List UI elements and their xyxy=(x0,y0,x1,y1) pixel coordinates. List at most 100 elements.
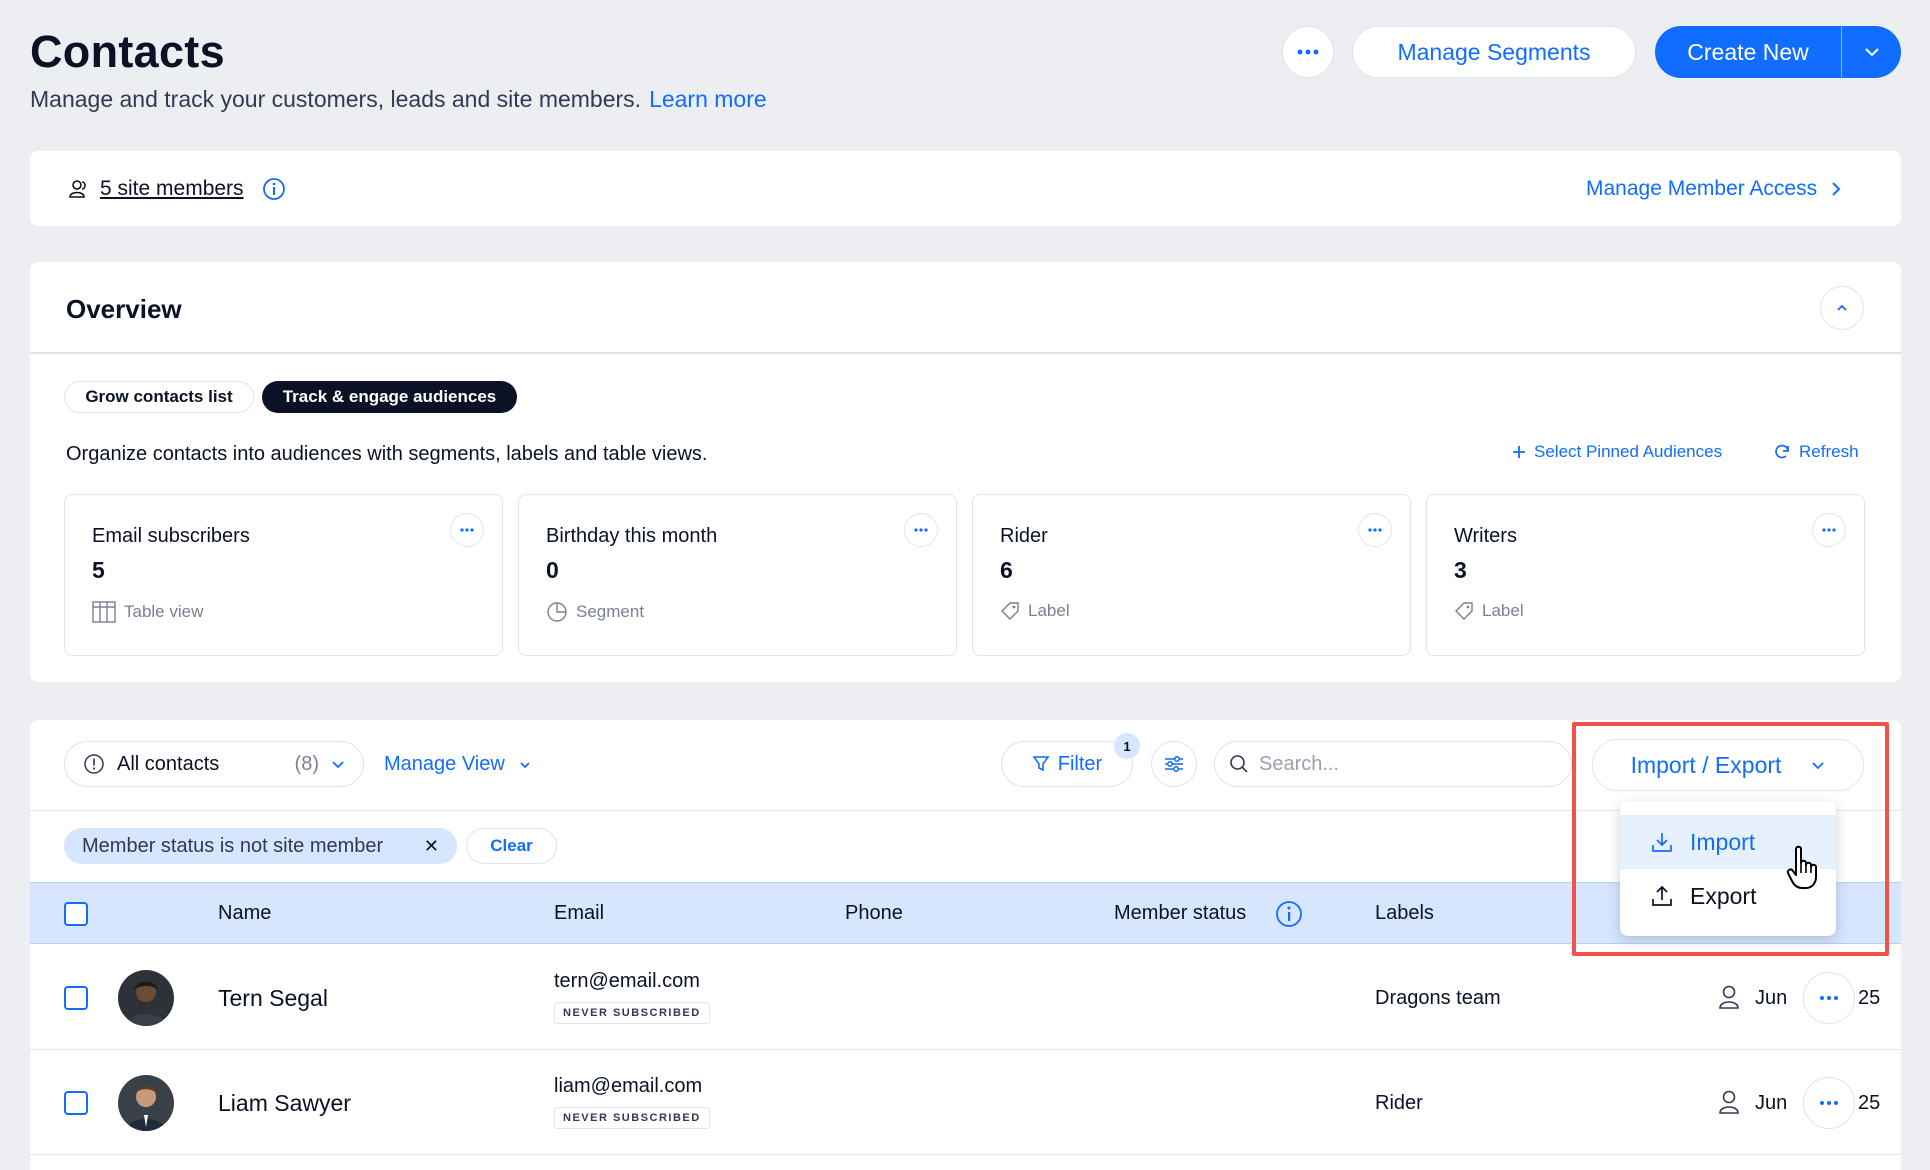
tag-icon xyxy=(1454,601,1474,621)
audience-card[interactable]: Rider 6 Label xyxy=(972,494,1411,656)
chevron-down-icon xyxy=(331,760,345,769)
card-type-label: Label xyxy=(1482,601,1524,620)
contact-date-end: 25 xyxy=(1858,1092,1881,1114)
chevron-down-icon xyxy=(1864,47,1880,57)
table-icon xyxy=(92,601,116,623)
search-icon xyxy=(1229,754,1249,774)
person-icon xyxy=(1718,984,1740,1010)
row-checkbox[interactable] xyxy=(64,986,88,1010)
avatar xyxy=(118,970,174,1026)
row-checkbox[interactable] xyxy=(64,1091,88,1115)
more-icon xyxy=(460,528,474,532)
customize-columns-button[interactable] xyxy=(1151,741,1197,787)
card-more-button[interactable] xyxy=(1812,513,1846,547)
contact-name[interactable]: Tern Segal xyxy=(218,985,328,1012)
subscription-status-badge: NEVER SUBSCRIBED xyxy=(554,1002,710,1024)
audience-card[interactable]: Birthday this month 0 Segment xyxy=(518,494,957,656)
column-header-member-status[interactable]: Member status xyxy=(1114,902,1246,925)
card-type: Segment xyxy=(546,601,644,623)
card-more-button[interactable] xyxy=(904,513,938,547)
clear-filters-button[interactable]: Clear xyxy=(466,828,557,864)
chevron-right-icon xyxy=(1831,181,1841,197)
filter-count-badge: 1 xyxy=(1114,733,1140,759)
contact-name[interactable]: Liam Sawyer xyxy=(218,1090,351,1117)
more-icon xyxy=(1820,996,1838,1000)
overview-description: Organize contacts into audiences with se… xyxy=(66,443,708,465)
refresh-label[interactable]: Refresh xyxy=(1799,442,1859,462)
card-title: Writers xyxy=(1454,525,1517,547)
create-new-dropdown[interactable] xyxy=(1842,47,1901,57)
active-filter-label: Member status is not site member xyxy=(82,834,384,857)
active-filter-chip[interactable]: Member status is not site member ✕ xyxy=(64,828,457,864)
column-header-labels[interactable]: Labels xyxy=(1375,902,1434,925)
card-type-label: Label xyxy=(1028,601,1070,620)
avatar xyxy=(118,1075,174,1131)
card-more-button[interactable] xyxy=(1358,513,1392,547)
refresh-icon xyxy=(1773,443,1791,461)
contact-date-start: Jun xyxy=(1755,987,1788,1009)
tab-grow-contacts[interactable]: Grow contacts list xyxy=(64,381,254,413)
card-type: Table view xyxy=(92,601,203,623)
info-icon[interactable] xyxy=(262,177,286,201)
row-more-button[interactable] xyxy=(1803,972,1855,1024)
chevron-down-icon xyxy=(519,761,531,769)
audience-card[interactable]: Email subscribers 5 Table view xyxy=(64,494,503,656)
remove-filter-icon[interactable]: ✕ xyxy=(424,836,439,857)
more-icon xyxy=(1822,528,1836,532)
manage-member-access-link[interactable]: Manage Member Access xyxy=(1586,177,1841,201)
card-more-button[interactable] xyxy=(450,513,484,547)
view-select[interactable]: All contacts (8) xyxy=(64,741,364,787)
more-icon xyxy=(1297,49,1319,55)
refresh-button[interactable]: Refresh xyxy=(1773,442,1859,462)
filter-icon xyxy=(1032,755,1050,773)
create-new-button[interactable]: Create New xyxy=(1655,26,1901,78)
card-type: Label xyxy=(1000,601,1070,621)
card-value: 5 xyxy=(92,557,105,583)
page-subtitle: Manage and track your customers, leads a… xyxy=(30,86,767,113)
card-title: Rider xyxy=(1000,525,1048,547)
audience-card[interactable]: Writers 3 Label xyxy=(1426,494,1865,656)
more-icon xyxy=(914,528,928,532)
divider xyxy=(30,352,1901,354)
collapse-button[interactable] xyxy=(1820,286,1864,330)
segment-icon xyxy=(546,601,568,623)
column-header-name[interactable]: Name xyxy=(218,902,271,925)
page-subtitle-text: Manage and track your customers, leads a… xyxy=(30,86,642,112)
manage-view-dropdown[interactable]: Manage View xyxy=(384,753,531,776)
view-select-label: All contacts xyxy=(117,752,220,775)
card-type-label: Table view xyxy=(124,602,204,621)
manage-member-access-label[interactable]: Manage Member Access xyxy=(1586,177,1817,201)
card-type: Label xyxy=(1454,601,1524,621)
more-actions-button[interactable] xyxy=(1282,26,1334,78)
manage-segments-button[interactable]: Manage Segments xyxy=(1352,26,1636,78)
filter-label[interactable]: Filter xyxy=(1058,753,1102,776)
column-header-phone[interactable]: Phone xyxy=(845,902,903,925)
members-icon xyxy=(68,178,90,200)
plus-icon xyxy=(1512,445,1526,459)
site-members-link[interactable]: 5 site members xyxy=(100,177,244,201)
create-new-label[interactable]: Create New xyxy=(1655,39,1841,66)
learn-more-link[interactable]: Learn more xyxy=(649,86,767,112)
column-header-email[interactable]: Email xyxy=(554,902,604,925)
search-input[interactable]: Search... xyxy=(1214,741,1572,787)
more-icon xyxy=(1820,1101,1838,1105)
card-value: 0 xyxy=(546,557,559,583)
hand-cursor-icon xyxy=(1786,845,1822,891)
chevron-up-icon xyxy=(1836,304,1848,312)
row-more-button[interactable] xyxy=(1803,1077,1855,1129)
divider xyxy=(30,1154,1901,1155)
select-all-checkbox[interactable] xyxy=(64,902,88,926)
highlight-box xyxy=(1572,722,1889,956)
card-title: Email subscribers xyxy=(92,525,250,547)
contact-email: liam@email.com xyxy=(554,1075,703,1097)
contact-label: Rider xyxy=(1375,1092,1423,1114)
select-pinned-audiences-button[interactable]: Select Pinned Audiences xyxy=(1512,442,1722,462)
overview-title: Overview xyxy=(66,294,182,324)
tab-track-engage[interactable]: Track & engage audiences xyxy=(262,381,517,413)
info-icon[interactable] xyxy=(1275,900,1303,928)
manage-view-label[interactable]: Manage View xyxy=(384,753,505,776)
contact-date-end: 25 xyxy=(1858,987,1881,1009)
select-pinned-label[interactable]: Select Pinned Audiences xyxy=(1534,442,1722,462)
contact-email: tern@email.com xyxy=(554,970,700,992)
contact-date-start: Jun xyxy=(1755,1092,1788,1114)
